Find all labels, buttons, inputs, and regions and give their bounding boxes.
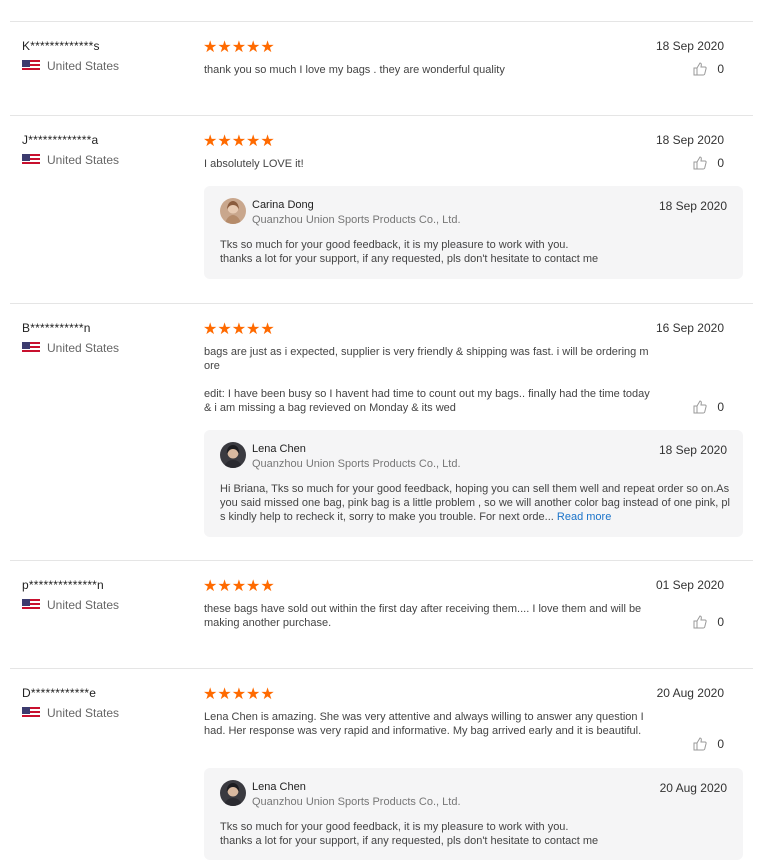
- thumbs-up-icon: [693, 62, 707, 76]
- review-text: these bags have sold out within the firs…: [204, 602, 650, 630]
- reply-author: Carina Dong: [252, 199, 314, 211]
- like-button[interactable]: 0: [693, 400, 724, 414]
- us-flag-icon: [22, 707, 40, 719]
- rating-stars: ★★★★★: [203, 578, 275, 595]
- reply-author: Lena Chen: [252, 443, 306, 455]
- country-label: United States: [47, 59, 120, 73]
- like-count: 0: [717, 156, 724, 170]
- like-button[interactable]: 0: [693, 737, 724, 751]
- reply-company: Quanzhou Union Sports Products Co., Ltd.: [252, 796, 461, 808]
- reply-line: thanks a lot for your support, if any re…: [220, 835, 599, 847]
- buyer-country: United States: [22, 59, 119, 73]
- review-item: K*************s United States ★★★★★ 18 S…: [10, 21, 753, 116]
- review-item: D************e United States ★★★★★ 20 Au…: [10, 668, 753, 861]
- review-text: thank you so much I love my bags . they …: [204, 63, 650, 77]
- us-flag-icon: [22, 599, 40, 611]
- thumbs-up-icon: [693, 400, 707, 414]
- buyer-name: D************e: [22, 686, 97, 700]
- review-paragraph: these bags have sold out within the firs…: [204, 603, 642, 629]
- reply-date: 18 Sep 2020: [658, 199, 727, 213]
- read-more-link[interactable]: Read more: [557, 511, 611, 523]
- country-label: United States: [47, 598, 120, 612]
- review-date: 01 Sep 2020: [655, 578, 724, 592]
- like-count: 0: [717, 400, 724, 414]
- review-paragraph: bags are just as i expected, supplier is…: [204, 346, 649, 372]
- us-flag-icon: [22, 342, 40, 354]
- like-count: 0: [717, 737, 724, 751]
- reply-date: 18 Sep 2020: [658, 443, 727, 457]
- buyer-country: United States: [22, 706, 119, 720]
- us-flag-icon: [22, 60, 40, 72]
- review-item: B***********n United States ★★★★★ 16 Sep…: [10, 303, 753, 561]
- reply-line: Tks so much for your good feedback, it i…: [220, 821, 569, 833]
- review-text: I absolutely LOVE it!: [204, 157, 650, 171]
- buyer-name: J*************a: [22, 133, 99, 147]
- review-text: Lena Chen is amazing. She was very atten…: [204, 710, 650, 738]
- buyer-country: United States: [22, 341, 119, 355]
- avatar: [220, 780, 246, 806]
- buyer-country: United States: [22, 598, 119, 612]
- buyer-name: p**************n: [22, 578, 104, 592]
- rating-stars: ★★★★★: [203, 686, 275, 703]
- rating-stars: ★★★★★: [203, 321, 275, 338]
- reply-line: thanks a lot for your support, if any re…: [220, 253, 599, 265]
- avatar: [220, 442, 246, 468]
- supplier-reply: Lena Chen Quanzhou Union Sports Products…: [204, 768, 743, 860]
- country-label: United States: [47, 341, 120, 355]
- reply-line: Hi Briana, Tks so much for your good fee…: [220, 483, 730, 523]
- thumbs-up-icon: [693, 156, 707, 170]
- review-text: bags are just as i expected, supplier is…: [204, 345, 650, 415]
- us-flag-icon: [22, 154, 40, 166]
- review-date: 18 Sep 2020: [655, 133, 724, 147]
- buyer-name: K*************s: [22, 39, 100, 53]
- reply-date: 20 Aug 2020: [659, 781, 727, 795]
- like-button[interactable]: 0: [693, 156, 724, 170]
- reply-text: Hi Briana, Tks so much for your good fee…: [220, 482, 732, 524]
- rating-stars: ★★★★★: [203, 133, 275, 150]
- country-label: United States: [47, 153, 120, 167]
- buyer-name: B***********n: [22, 321, 91, 335]
- reply-company: Quanzhou Union Sports Products Co., Ltd.: [252, 458, 461, 470]
- review-paragraph: I absolutely LOVE it!: [204, 158, 304, 170]
- country-label: United States: [47, 706, 120, 720]
- review-date: 18 Sep 2020: [655, 39, 724, 53]
- like-count: 0: [717, 62, 724, 76]
- reply-author: Lena Chen: [252, 781, 306, 793]
- review-item: J*************a United States ★★★★★ 18 S…: [10, 115, 753, 304]
- review-date: 16 Sep 2020: [655, 321, 724, 335]
- review-date: 20 Aug 2020: [656, 686, 724, 700]
- buyer-country: United States: [22, 153, 119, 167]
- reply-text: Tks so much for your good feedback, it i…: [220, 238, 732, 266]
- thumbs-up-icon: [693, 737, 707, 751]
- supplier-reply: Carina Dong Quanzhou Union Sports Produc…: [204, 186, 743, 279]
- reply-text: Tks so much for your good feedback, it i…: [220, 820, 732, 848]
- reply-line: Tks so much for your good feedback, it i…: [220, 239, 569, 251]
- like-button[interactable]: 0: [693, 615, 724, 629]
- review-paragraph: edit: I have been busy so I havent had t…: [204, 388, 650, 414]
- supplier-reply: Lena Chen Quanzhou Union Sports Products…: [204, 430, 743, 537]
- like-button[interactable]: 0: [693, 62, 724, 76]
- thumbs-up-icon: [693, 615, 707, 629]
- review-item: p**************n United States ★★★★★ 01 …: [10, 560, 753, 669]
- like-count: 0: [717, 615, 724, 629]
- rating-stars: ★★★★★: [203, 39, 275, 56]
- avatar: [220, 198, 246, 224]
- review-paragraph: thank you so much I love my bags . they …: [204, 64, 505, 76]
- reply-company: Quanzhou Union Sports Products Co., Ltd.: [252, 214, 461, 226]
- review-paragraph: Lena Chen is amazing. She was very atten…: [204, 711, 644, 737]
